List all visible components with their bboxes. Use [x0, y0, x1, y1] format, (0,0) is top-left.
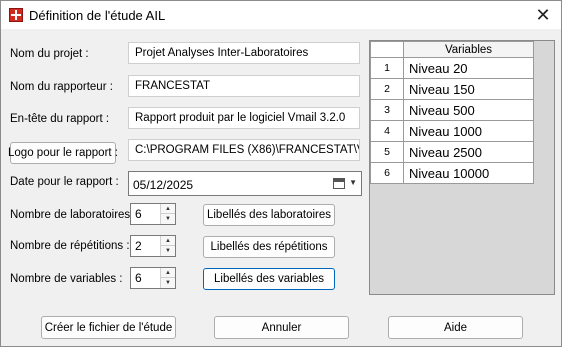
calendar-icon[interactable]: [333, 178, 345, 189]
row-number: 5: [370, 141, 404, 163]
project-name-input[interactable]: Projet Analyses Inter-Laboratoires: [128, 42, 360, 64]
logo-button[interactable]: Logo pour le rapport :: [8, 142, 118, 164]
rep-labels-button[interactable]: Libellés des répétitions: [203, 236, 335, 258]
row-number: 6: [370, 162, 404, 184]
table-row[interactable]: 3 Niveau 500: [370, 99, 534, 121]
chevron-down-icon[interactable]: ▼: [161, 214, 175, 224]
help-button[interactable]: Aide: [388, 316, 523, 339]
table-corner: [370, 41, 404, 58]
variable-cell[interactable]: Niveau 1000: [403, 120, 534, 142]
vars-count-label: Nombre de variables :: [10, 273, 123, 285]
lab-labels-button[interactable]: Libellés des laboratoires: [203, 204, 335, 226]
logo-path-input[interactable]: C:\PROGRAM FILES (X86)\FRANCESTAT\VM: [128, 139, 360, 161]
chevron-down-icon[interactable]: ▼: [161, 278, 175, 288]
variable-cell[interactable]: Niveau 500: [403, 99, 534, 121]
create-study-button[interactable]: Créer le fichier de l'étude: [41, 316, 176, 339]
chevron-down-icon[interactable]: ▼: [349, 178, 357, 187]
reps-count-value: 2: [135, 239, 142, 253]
reps-count-stepper[interactable]: 2 ▲ ▼: [130, 235, 176, 257]
variables-column-header[interactable]: Variables: [403, 41, 534, 58]
table-row[interactable]: 1 Niveau 20: [370, 57, 534, 79]
row-number: 2: [370, 78, 404, 100]
chevron-up-icon[interactable]: ▲: [161, 268, 175, 278]
reporter-name-input[interactable]: FRANCESTAT: [128, 75, 360, 97]
report-header-input[interactable]: Rapport produit par le logiciel Vmail 3.…: [128, 107, 360, 129]
vars-count-value: 6: [135, 271, 142, 285]
variable-cell[interactable]: Niveau 2500: [403, 141, 534, 163]
report-date-value: 05/12/2025: [133, 178, 194, 192]
row-number: 3: [370, 99, 404, 121]
reps-count-label: Nombre de répétitions :: [10, 240, 130, 252]
vars-count-stepper[interactable]: 6 ▲ ▼: [130, 267, 176, 289]
chevron-up-icon[interactable]: ▲: [161, 204, 175, 214]
table-row[interactable]: 4 Niveau 1000: [370, 120, 534, 142]
labs-count-stepper[interactable]: 6 ▲ ▼: [130, 203, 176, 225]
chevron-down-icon[interactable]: ▼: [161, 246, 175, 256]
chevron-up-icon[interactable]: ▲: [161, 236, 175, 246]
labs-count-value: 6: [135, 207, 142, 221]
row-number: 1: [370, 57, 404, 79]
variable-cell[interactable]: Niveau 150: [403, 78, 534, 100]
report-date-label: Date pour le rapport :: [10, 176, 119, 188]
labs-count-label: Nombre de laboratoires :: [10, 209, 137, 221]
cancel-button[interactable]: Annuler: [214, 316, 349, 339]
report-date-picker[interactable]: 05/12/2025 ▼: [128, 171, 362, 196]
variables-grid[interactable]: Variables 1 Niveau 20 2 Niveau 150 3 Niveau…: [369, 40, 555, 295]
title-bar: Définition de l'étude AIL ✕: [1, 1, 561, 29]
variable-cell[interactable]: Niveau 10000: [403, 162, 534, 184]
window-title: Définition de l'étude AIL: [29, 8, 166, 23]
var-labels-button[interactable]: Libellés des variables: [203, 268, 335, 290]
table-row[interactable]: 5 Niveau 2500: [370, 141, 534, 163]
row-number: 4: [370, 120, 404, 142]
close-icon[interactable]: ✕: [525, 1, 561, 29]
app-icon: [9, 8, 23, 22]
dialog-window: Définition de l'étude AIL ✕ Nom du proje…: [0, 0, 562, 347]
table-row[interactable]: 2 Niveau 150: [370, 78, 534, 100]
variable-cell[interactable]: Niveau 20: [403, 57, 534, 79]
variables-table: Variables 1 Niveau 20 2 Niveau 150 3 Niveau…: [370, 41, 534, 184]
table-row[interactable]: 6 Niveau 10000: [370, 162, 534, 184]
reporter-name-label: Nom du rapporteur :: [10, 81, 113, 93]
report-header-label: En-tête du rapport :: [10, 113, 110, 125]
project-name-label: Nom du projet :: [10, 48, 89, 60]
